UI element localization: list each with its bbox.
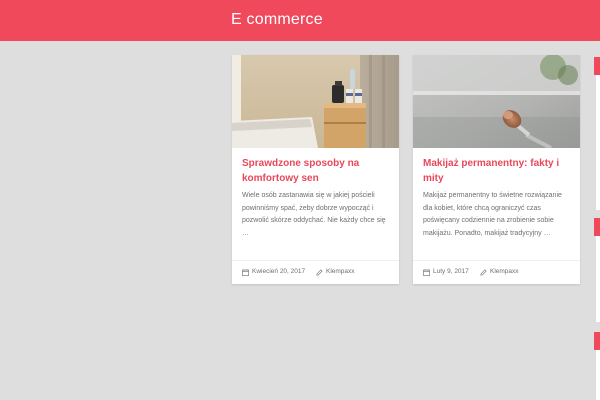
post-author-text[interactable]: Klempaxx — [490, 267, 519, 277]
post-author[interactable]: Klempaxx — [480, 267, 519, 277]
card-divider — [232, 260, 399, 261]
post-date-text: Kwiecień 20, 2017 — [252, 268, 306, 275]
card-divider — [413, 260, 580, 261]
site-title[interactable]: E commerce — [231, 11, 323, 29]
sidebar-widget-header — [594, 57, 600, 75]
pencil-icon — [480, 268, 487, 276]
sidebar-widget — [596, 75, 600, 210]
post-date: Kwiecień 20, 2017 — [242, 267, 305, 277]
post-date: Luty 9, 2017 — [423, 267, 469, 277]
post-thumbnail[interactable] — [413, 55, 580, 148]
sidebar-widget-header — [594, 332, 600, 350]
calendar-icon — [423, 268, 430, 276]
pencil-icon — [316, 268, 323, 276]
site-header: E commerce — [0, 0, 600, 41]
post-date-text: Luty 9, 2017 — [433, 268, 469, 275]
post-title[interactable]: Makijaż permanentny: fakty i mity — [423, 156, 573, 186]
sidebar-widget — [596, 236, 600, 322]
post-card: Makijaż permanentny: fakty i mity Makija… — [413, 55, 580, 284]
post-author[interactable]: Klempaxx — [316, 267, 355, 277]
post-thumbnail[interactable] — [232, 55, 399, 148]
calendar-icon — [242, 268, 249, 276]
post-author-text[interactable]: Klempaxx — [326, 267, 355, 277]
sidebar-widget — [596, 350, 600, 400]
post-title[interactable]: Sprawdzone sposoby na komfortowy sen — [242, 156, 392, 186]
sidebar-widget-header — [594, 218, 600, 236]
post-card: Sprawdzone sposoby na komfortowy sen Wie… — [232, 55, 399, 284]
post-excerpt: Makijaż permanentny to świetne rozwiązan… — [423, 192, 562, 237]
post-excerpt: Wiele osób zastanawia się w jakiej pości… — [242, 192, 386, 237]
